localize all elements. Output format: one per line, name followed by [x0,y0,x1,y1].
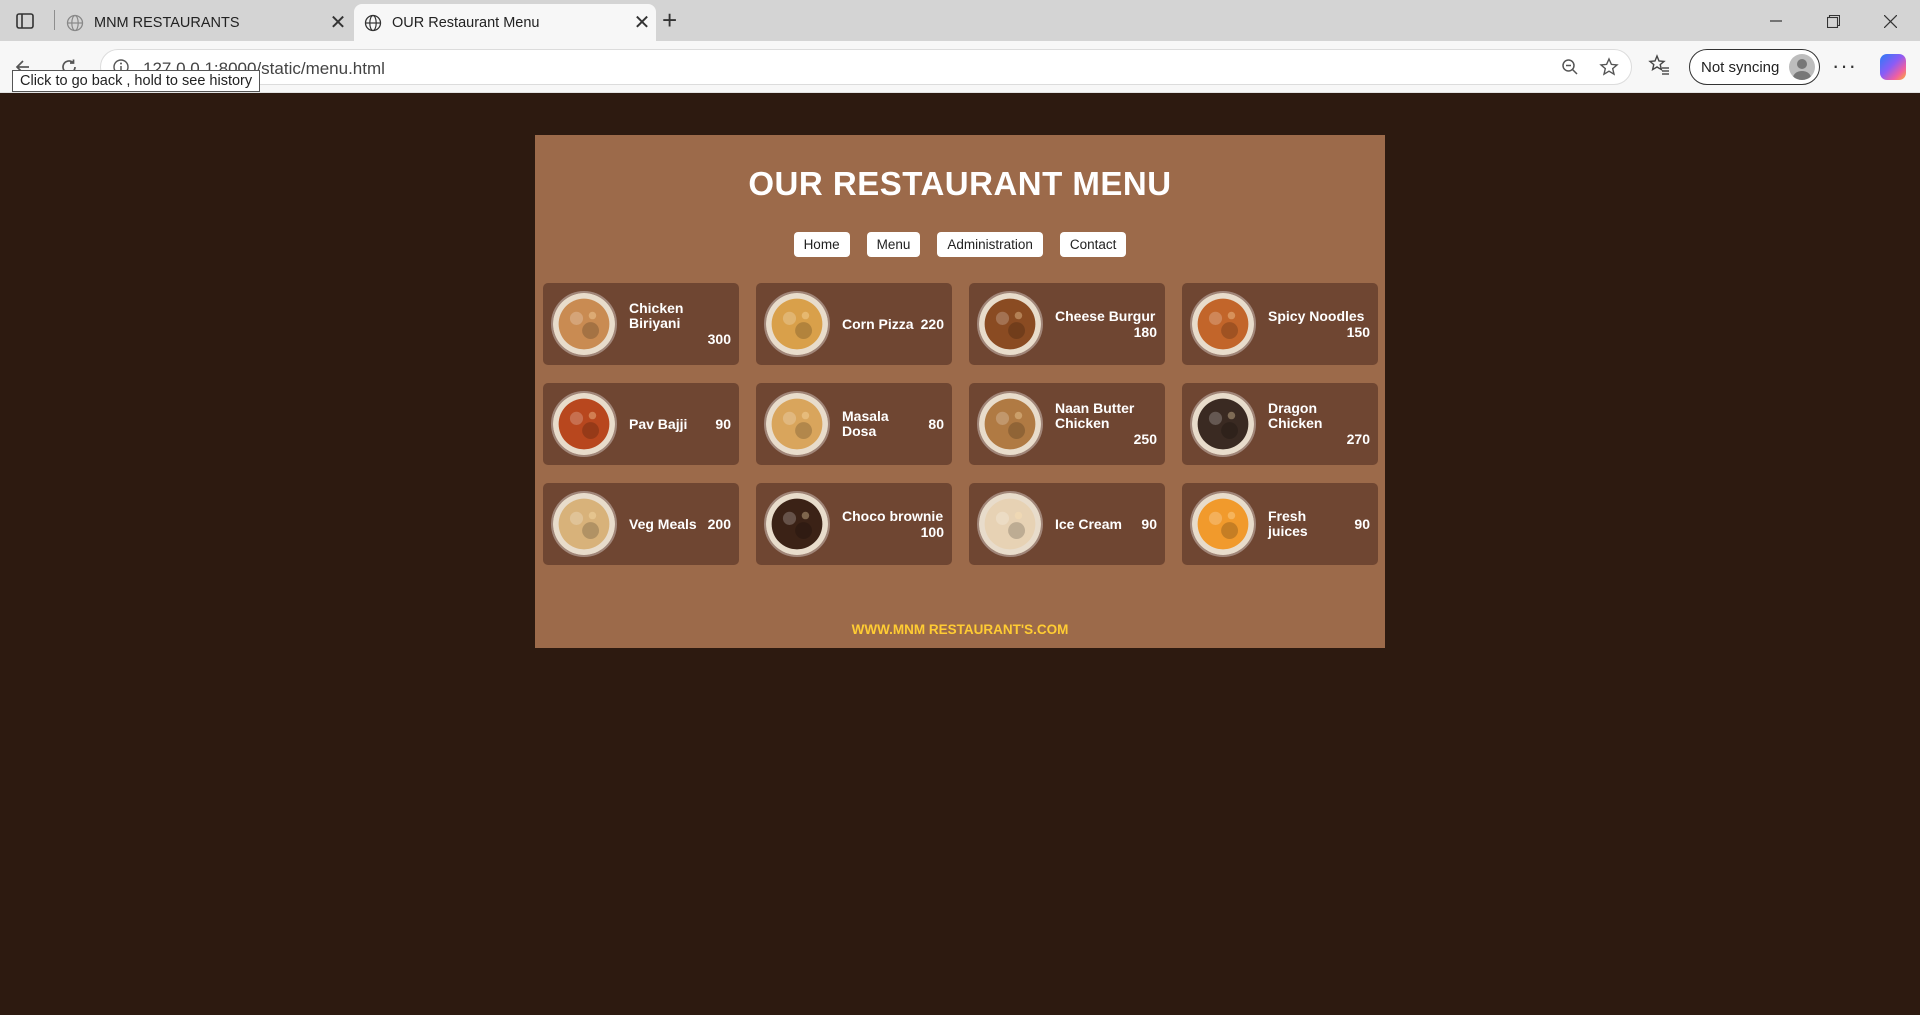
footer-website-link[interactable]: WWW.MNM RESTAURANT'S.COM [535,622,1385,637]
menu-item-price: 250 [1133,431,1157,447]
menu-item-info: Spicy Noodles 150 [1268,307,1370,340]
globe-icon [66,14,84,32]
menu-item-price: 100 [920,523,944,540]
menu-item-card[interactable]: Chicken Biriyani 300 [543,283,739,365]
menu-item-info: Pav Bajji 90 [629,416,731,432]
new-tab-icon[interactable]: + [662,7,677,33]
dragon-chicken-icon [1190,391,1256,457]
menu-item-name: Choco brownie [842,507,944,524]
menu-item-info: Naan Butter Chicken 250 [1055,400,1157,448]
nav-menu[interactable]: Menu [866,232,921,257]
menu-item-card[interactable]: Veg Meals 200 [543,483,739,565]
menu-item-name: Naan Butter Chicken [1055,400,1135,431]
tab-separator [54,10,55,30]
menu-item-name: Pav Bajji [629,415,688,432]
nav-home[interactable]: Home [793,232,850,257]
menu-item-card[interactable]: Fresh juices 90 [1182,483,1378,565]
burger-icon [977,291,1043,357]
tab-strip: MNM RESTAURANTS ✕ OUR Restaurant Menu ✕ … [0,0,1920,41]
favorites-icon[interactable] [1648,54,1670,81]
menu-item-info: Dragon Chicken 270 [1268,400,1370,448]
menu-item-info: Veg Meals 200 [629,516,731,532]
juice-icon [1190,491,1256,557]
menu-item-card[interactable]: Corn Pizza 220 [756,283,952,365]
menu-item-name: Ice Cream [1055,515,1122,532]
menu-item-name: Cheese Burgur [1055,307,1156,324]
menu-item-info: Cheese Burgur 180 [1055,307,1157,340]
menu-item-info: Fresh juices 90 [1268,509,1370,539]
globe-icon [364,14,382,32]
veg-meals-icon [551,491,617,557]
noodles-icon [1190,291,1256,357]
pizza-icon [764,291,830,357]
close-tab-icon[interactable]: ✕ [324,10,352,35]
menu-item-price: 220 [920,316,944,332]
back-tooltip: Click to go back , hold to see history [12,70,261,92]
tab-title: OUR Restaurant Menu [392,14,540,31]
menu-item-name: Veg Meals [629,515,697,532]
menu-item-name: Spicy Noodles [1268,307,1365,324]
biryani-bowl-icon [551,291,617,357]
menu-item-card[interactable]: Spicy Noodles 150 [1182,283,1378,365]
minimize-icon[interactable] [1756,6,1796,36]
menu-item-card[interactable]: Masala Dosa 80 [756,383,952,465]
menu-item-price: 90 [1354,516,1370,532]
page-title: OUR RESTAURANT MENU [748,165,1172,202]
close-tab-icon[interactable]: ✕ [628,10,656,35]
menu-item-card[interactable]: Pav Bajji 90 [543,383,739,465]
menu-item-card[interactable]: Choco brownie 100 [756,483,952,565]
more-options-icon[interactable]: ··· [1832,53,1857,79]
menu-grid: Chicken Biriyani 300 Corn Pizza 220 Cheese B… [543,283,1378,565]
menu-item-info: Masala Dosa 80 [842,409,944,439]
menu-item-info: Ice Cream 90 [1055,516,1157,532]
menu-item-price: 80 [928,416,944,432]
tab-title: MNM RESTAURANTS [94,14,240,31]
restore-icon[interactable] [1813,6,1853,36]
pav-bhaji-icon [551,391,617,457]
menu-item-info: Choco brownie 100 [842,507,944,540]
menu-item-info: Corn Pizza 220 [842,316,944,332]
menu-item-price: 270 [1346,431,1370,447]
browser-toolbar: 127.0.0.1:8000/static/menu.html Not sync… [0,41,1920,93]
favorite-star-icon[interactable] [1599,57,1619,82]
menu-panel: OUR RESTAURANT MENU Home Menu Administra… [535,135,1385,648]
dosa-icon [764,391,830,457]
menu-item-price: 90 [715,416,731,432]
main-nav: Home Menu Administration Contact [535,232,1385,257]
menu-item-card[interactable]: Dragon Chicken 270 [1182,383,1378,465]
profile-sync-button[interactable]: Not syncing [1689,49,1820,85]
menu-item-card[interactable]: Naan Butter Chicken 250 [969,383,1165,465]
tab-mnm-restaurants[interactable]: MNM RESTAURANTS ✕ [56,4,352,41]
menu-item-price: 180 [1133,323,1157,340]
brownie-icon [764,491,830,557]
avatar [1789,54,1815,80]
menu-item-name: Masala Dosa [842,408,889,439]
menu-item-name: Fresh juices [1268,508,1308,539]
naan-icon [977,391,1043,457]
close-window-icon[interactable] [1870,6,1910,36]
tab-actions-icon[interactable] [10,8,40,34]
menu-item-price: 90 [1141,516,1157,532]
sync-label: Not syncing [1701,58,1780,76]
tab-restaurant-menu[interactable]: OUR Restaurant Menu ✕ [354,4,656,41]
menu-item-info: Chicken Biriyani 300 [629,300,731,348]
menu-item-price: 200 [707,516,731,532]
zoom-out-icon[interactable] [1561,58,1579,81]
nav-administration[interactable]: Administration [937,232,1043,257]
menu-item-price: 300 [707,331,731,347]
ice-cream-icon [977,491,1043,557]
menu-item-card[interactable]: Ice Cream 90 [969,483,1165,565]
menu-item-name: Chicken Biriyani [629,300,684,331]
copilot-icon[interactable] [1880,54,1906,80]
menu-item-price: 150 [1346,323,1370,340]
menu-item-name: Corn Pizza [842,315,914,332]
menu-item-card[interactable]: Cheese Burgur 180 [969,283,1165,365]
address-bar[interactable]: 127.0.0.1:8000/static/menu.html [100,49,1632,85]
nav-contact[interactable]: Contact [1059,232,1127,257]
menu-item-name: Dragon Chicken [1268,400,1323,431]
